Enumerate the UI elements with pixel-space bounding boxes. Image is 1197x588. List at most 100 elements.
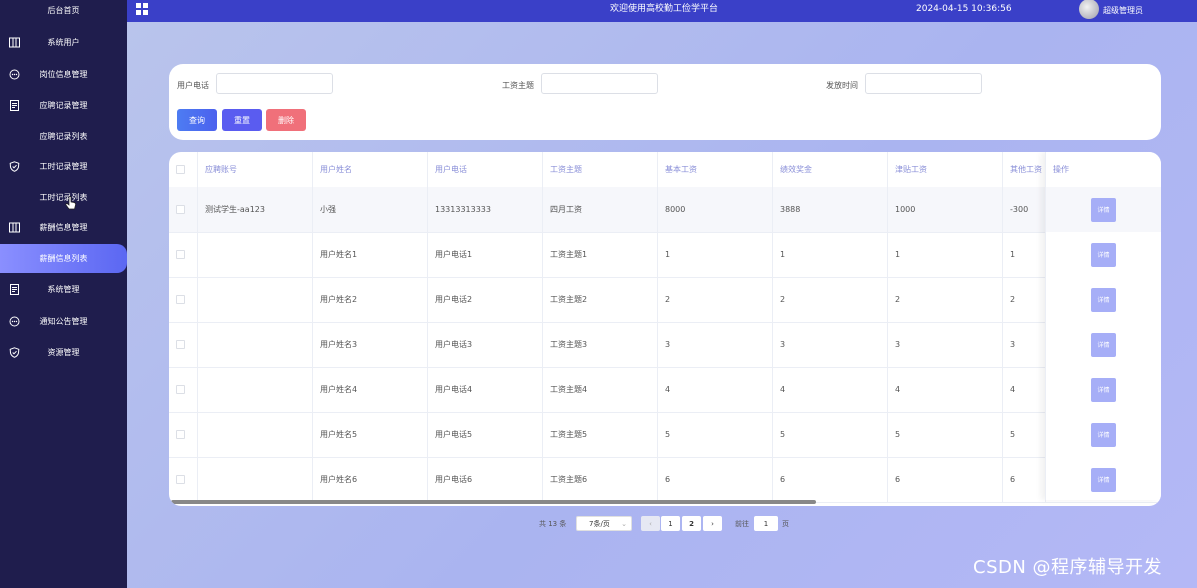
table-cell: 4 bbox=[888, 367, 1003, 412]
sidebar-item-notice-management[interactable]: 通知公告管理 bbox=[0, 306, 127, 337]
avatar[interactable] bbox=[1079, 0, 1099, 19]
sidebar-item-salary-info[interactable]: 薪酬信息管理 bbox=[0, 212, 127, 243]
page-button-1[interactable]: 1 bbox=[661, 516, 680, 531]
delete-button[interactable]: 删除 bbox=[266, 109, 306, 131]
prev-page-button[interactable]: ‹ bbox=[641, 516, 660, 531]
row-checkbox[interactable] bbox=[176, 250, 185, 259]
goto-suffix: 页 bbox=[782, 520, 789, 528]
chevron-down-icon: ⌄ bbox=[621, 519, 627, 528]
checkbox-cell bbox=[169, 232, 198, 277]
table-cell: 工资主题4 bbox=[543, 367, 658, 412]
table-cell: 用户电话5 bbox=[428, 412, 543, 457]
goto-prefix: 前往 bbox=[735, 520, 749, 528]
sidebar-item-system-management[interactable]: 系统管理 bbox=[0, 274, 127, 305]
sidebar-item-application-records[interactable]: 应聘记录管理 bbox=[0, 90, 127, 121]
table-row[interactable]: 用户姓名2 用户电话2 工资主题2 2 2 2 2 详情 bbox=[169, 277, 1161, 323]
table-row[interactable]: 用户姓名3 用户电话3 工资主题3 3 3 3 3 详情 bbox=[169, 322, 1161, 368]
goto-page-input[interactable]: 1 bbox=[754, 516, 778, 531]
table-cell: 1000 bbox=[888, 187, 1003, 232]
table-cell: 3 bbox=[773, 322, 888, 367]
actions-cell: 详情 bbox=[1045, 322, 1161, 367]
horizontal-scrollbar[interactable] bbox=[171, 500, 816, 504]
reset-button[interactable]: 重置 bbox=[222, 109, 262, 131]
sidebar-item-label: 资源管理 bbox=[47, 348, 80, 357]
datetime-display: 2024-04-15 10:36:56 bbox=[916, 4, 1012, 14]
table-cell: 用户姓名4 bbox=[313, 367, 428, 412]
detail-button[interactable]: 详情 bbox=[1091, 332, 1116, 357]
query-button[interactable]: 查询 bbox=[177, 109, 217, 131]
checkbox-cell bbox=[169, 367, 198, 412]
table-cell: 1 bbox=[1010, 250, 1016, 259]
table-row[interactable]: 用户姓名5 用户电话5 工资主题5 5 5 5 5 详情 bbox=[169, 412, 1161, 458]
table-cell: 4 bbox=[1010, 385, 1016, 394]
table-cell: 3 bbox=[658, 322, 773, 367]
sidebar-item-resource-management[interactable]: 资源管理 bbox=[0, 337, 127, 368]
search-panel: 用户电话 工资主题 发放时间 查询 重置 删除 bbox=[169, 64, 1161, 140]
detail-button[interactable]: 详情 bbox=[1091, 287, 1116, 312]
row-checkbox[interactable] bbox=[176, 385, 185, 394]
detail-button[interactable]: 详情 bbox=[1091, 197, 1116, 222]
sidebar-item-job-info[interactable]: 岗位信息管理 bbox=[0, 59, 127, 90]
grid-menu-icon[interactable] bbox=[136, 3, 148, 15]
column-header: 工资主题 bbox=[543, 152, 658, 187]
sidebar-item-label: 应聘记录列表 bbox=[39, 132, 88, 141]
actions-cell: 详情 bbox=[1045, 277, 1161, 322]
sidebar-item-work-hours-list[interactable]: 工时记录列表 bbox=[0, 182, 127, 213]
table-row[interactable]: 用户姓名4 用户电话4 工资主题4 4 4 4 4 详情 bbox=[169, 367, 1161, 413]
sidebar-item-label: 系统用户 bbox=[47, 38, 80, 47]
table-row[interactable]: 用户姓名6 用户电话6 工资主题6 6 6 6 6 详情 bbox=[169, 457, 1161, 503]
topic-label: 工资主题 bbox=[502, 81, 534, 90]
row-checkbox[interactable] bbox=[176, 205, 185, 214]
table-cell: 2 bbox=[773, 277, 888, 322]
sidebar-item-home[interactable]: 后台首页 bbox=[0, 0, 127, 26]
table-cell: 3888 bbox=[773, 187, 888, 232]
row-checkbox[interactable] bbox=[176, 430, 185, 439]
sidebar-item-work-hours[interactable]: 工时记录管理 bbox=[0, 151, 127, 182]
table-cell: 用户姓名1 bbox=[313, 232, 428, 277]
actions-cell: 详情 bbox=[1045, 457, 1161, 502]
page-button-2[interactable]: 2 bbox=[682, 516, 701, 531]
table-row[interactable]: 用户姓名1 用户电话1 工资主题1 1 1 1 1 详情 bbox=[169, 232, 1161, 278]
table-cell: 工资主题3 bbox=[543, 322, 658, 367]
topic-input[interactable] bbox=[541, 73, 658, 94]
main-content: 用户电话 工资主题 发放时间 查询 重置 删除 应聘账号 用户姓名 用户电话 工资主题… bbox=[127, 22, 1197, 588]
table-cell: 6 bbox=[888, 457, 1003, 502]
table-cell bbox=[198, 277, 313, 322]
user-name[interactable]: 超级管理员 bbox=[1103, 4, 1143, 18]
detail-button[interactable]: 详情 bbox=[1091, 422, 1116, 447]
table-cell: 3 bbox=[1010, 340, 1016, 349]
checkbox-cell bbox=[169, 412, 198, 457]
next-page-button[interactable]: › bbox=[703, 516, 722, 531]
table-cell: 工资主题6 bbox=[543, 457, 658, 502]
column-header-actions: 操作 bbox=[1045, 152, 1161, 187]
table-cell bbox=[198, 367, 313, 412]
row-checkbox[interactable] bbox=[176, 475, 185, 484]
table-cell bbox=[198, 322, 313, 367]
phone-label: 用户电话 bbox=[177, 81, 209, 90]
checkbox-cell bbox=[169, 187, 198, 232]
table-cell: 5 bbox=[773, 412, 888, 457]
sidebar-item-application-list[interactable]: 应聘记录列表 bbox=[0, 121, 127, 152]
sidebar-item-salary-list[interactable]: 薪酬信息列表 bbox=[0, 244, 127, 273]
table-cell: 6 bbox=[773, 457, 888, 502]
sidebar-item-system-users[interactable]: 系统用户 bbox=[0, 27, 127, 58]
date-input[interactable] bbox=[865, 73, 982, 94]
select-all-checkbox[interactable] bbox=[176, 165, 185, 174]
table-row[interactable]: 测试学生-aa123 小强 13313313333 四月工资 8000 3888 1000-… bbox=[169, 187, 1161, 233]
table-cell: 1 bbox=[658, 232, 773, 277]
table-cell bbox=[198, 457, 313, 502]
sidebar-item-label: 薪酬信息列表 bbox=[39, 254, 88, 263]
detail-button[interactable]: 详情 bbox=[1091, 377, 1116, 402]
phone-input[interactable] bbox=[216, 73, 333, 94]
page-size-select[interactable]: 7条/页 ⌄ bbox=[576, 516, 632, 531]
sidebar-item-label: 岗位信息管理 bbox=[39, 70, 88, 79]
detail-button[interactable]: 详情 bbox=[1091, 467, 1116, 492]
table-cell: 2 bbox=[1010, 295, 1016, 304]
table-cell: 5 bbox=[658, 412, 773, 457]
row-checkbox[interactable] bbox=[176, 340, 185, 349]
detail-button[interactable]: 详情 bbox=[1091, 242, 1116, 267]
app-title: 欢迎使用高校勤工俭学平台 bbox=[610, 4, 719, 14]
row-checkbox[interactable] bbox=[176, 295, 185, 304]
table-cell: 工资主题2 bbox=[543, 277, 658, 322]
table-cell: 1 bbox=[888, 232, 1003, 277]
